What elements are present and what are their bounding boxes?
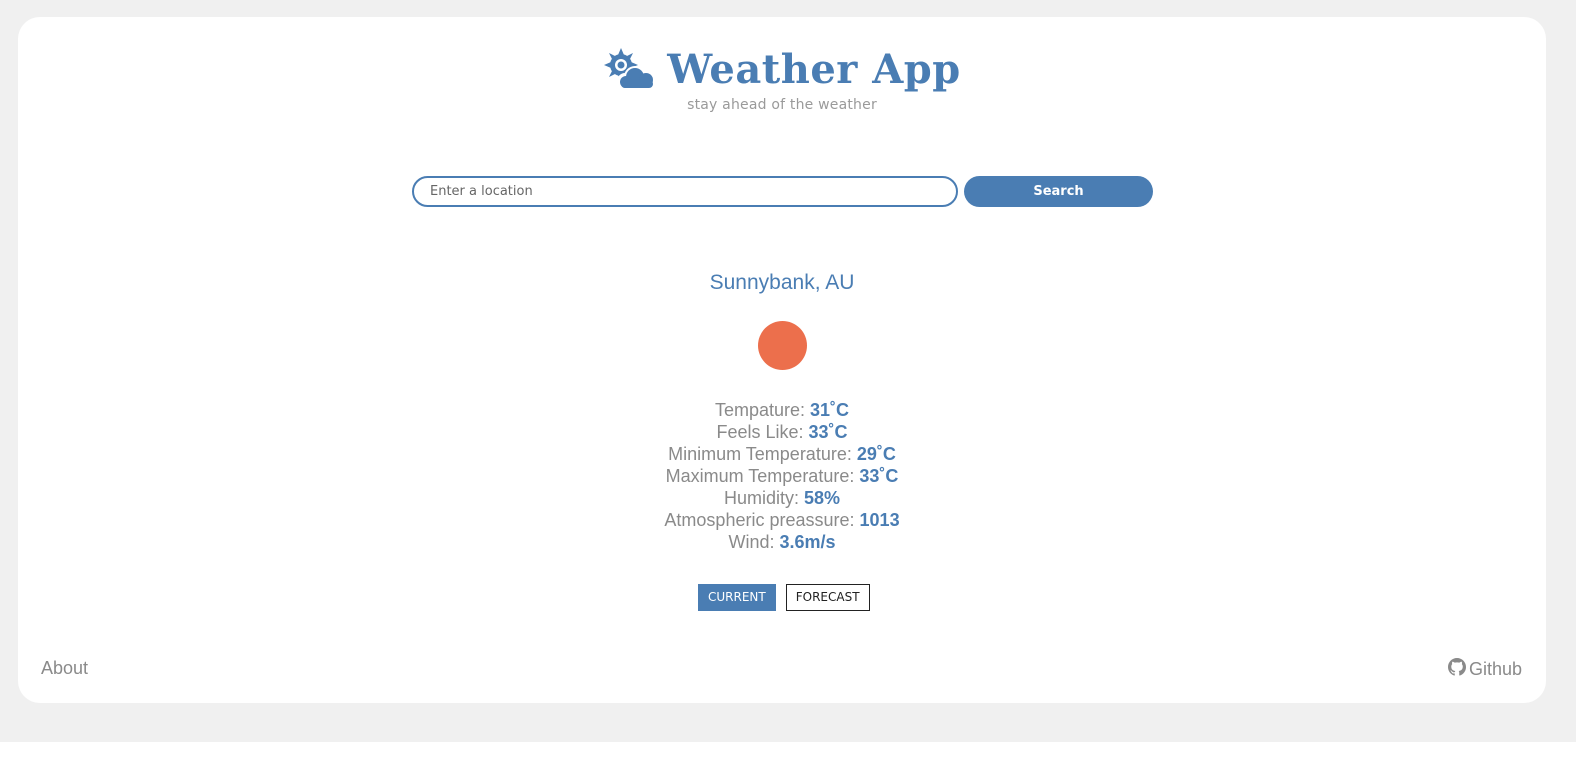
detail-value: 33˚C <box>808 422 848 442</box>
detail-row-min-temperature: Minimum Temperature: 29˚C <box>18 443 1546 465</box>
detail-label: Humidity: <box>723 488 799 508</box>
app-title: Weather App <box>667 45 961 93</box>
app-tagline: stay ahead of the weather <box>687 97 877 113</box>
detail-label: Atmospheric preassure: <box>664 510 855 530</box>
detail-value: 1013 <box>859 510 900 530</box>
detail-row-humidity: Humidity: 58% <box>18 487 1546 509</box>
search-bar: Search <box>412 176 1153 207</box>
detail-value: 33˚C <box>859 466 899 486</box>
sun-icon <box>758 321 807 370</box>
detail-label: Maximum Temperature: <box>665 466 855 486</box>
detail-value: 3.6m/s <box>779 532 836 552</box>
title-row: Weather App <box>18 45 1546 93</box>
detail-label: Feels Like: <box>716 422 804 442</box>
about-link[interactable]: About <box>41 658 88 679</box>
app-header: Weather App stay ahead of the weather <box>18 45 1546 113</box>
weather-details: Tempature: 31˚C Feels Like: 33˚C Minimum… <box>18 399 1546 553</box>
detail-value: 58% <box>804 488 841 508</box>
main-card: Weather App stay ahead of the weather Se… <box>18 17 1546 703</box>
github-label: Github <box>1468 659 1522 679</box>
location-search-input[interactable] <box>412 176 958 207</box>
search-button[interactable]: Search <box>964 176 1153 207</box>
detail-label: Minimum Temperature: <box>668 444 852 464</box>
detail-row-max-temperature: Maximum Temperature: 33˚C <box>18 465 1546 487</box>
github-icon <box>1447 658 1466 681</box>
sun-cloud-icon <box>603 47 656 91</box>
detail-row-feels-like: Feels Like: 33˚C <box>18 421 1546 443</box>
detail-row-pressure: Atmospheric preassure: 1013 <box>18 509 1546 531</box>
detail-value: 29˚C <box>856 444 896 464</box>
detail-label: Tempature: <box>714 400 805 420</box>
tab-current[interactable]: CURRENT <box>698 584 776 611</box>
detail-row-temperature: Tempature: 31˚C <box>18 399 1546 421</box>
location-name: Sunnybank, AU <box>709 271 855 294</box>
tab-forecast[interactable]: FORECAST <box>785 584 870 611</box>
detail-value: 31˚C <box>810 400 850 420</box>
detail-label: Wind: <box>728 532 775 552</box>
github-link[interactable]: Github <box>1447 658 1522 681</box>
detail-row-wind: Wind: 3.6m/s <box>18 531 1546 553</box>
view-tabs: CURRENT FORECAST <box>698 584 870 611</box>
